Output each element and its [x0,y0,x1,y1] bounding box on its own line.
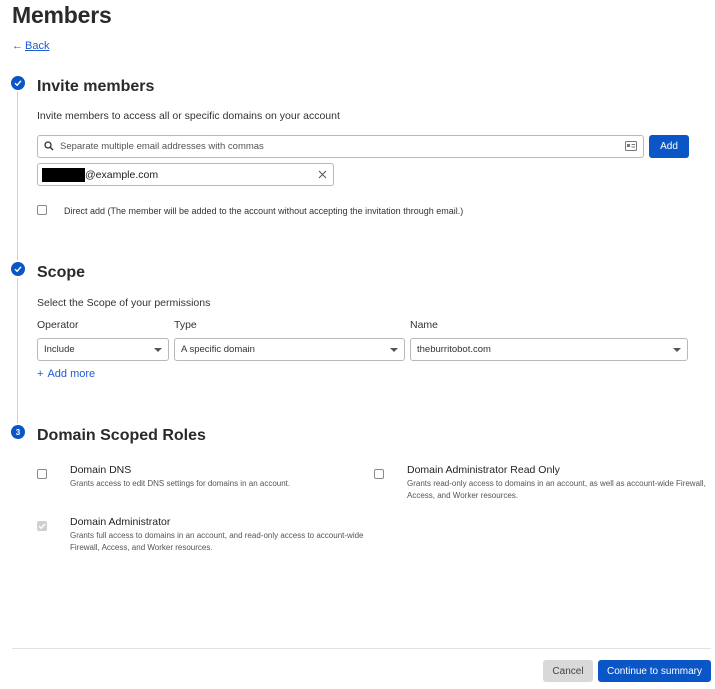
chip-email-text: @example.com [85,168,159,181]
plus-icon: + [37,368,44,380]
footer-divider [12,648,711,649]
role-domain-admin-checkbox[interactable] [37,521,47,531]
operator-select-value: Include [44,344,75,355]
chevron-down-icon [390,347,398,352]
close-icon[interactable] [318,166,327,184]
continue-to-summary-button[interactable]: Continue to summary [598,660,711,682]
email-chip: @example.com [37,163,334,186]
type-select[interactable]: A specific domain [174,338,405,361]
back-link-label: Back [25,40,50,52]
email-search-field[interactable] [37,135,644,158]
add-more-link[interactable]: + Add more [37,368,95,380]
back-link[interactable]: ← Back [12,40,49,52]
roles-section-title: Domain Scoped Roles [37,427,206,444]
name-select-value: theburritobot.com [417,344,491,355]
arrow-left-icon: ← [12,40,23,52]
operator-label: Operator [37,319,79,331]
invite-description: Invite members to access all or specific… [37,110,340,122]
name-label: Name [410,319,439,331]
role-domain-dns-desc: Grants access to edit DNS settings for d… [70,479,291,488]
step-number-badge: 3 [11,425,25,439]
redacted-text [42,167,85,182]
role-domain-dns-checkbox[interactable] [37,469,47,479]
operator-select[interactable]: Include [37,338,169,361]
chevron-down-icon [154,347,162,352]
scope-section-title: Scope [37,264,86,281]
scope-description: Select the Scope of your permissions [37,297,211,309]
type-label: Type [174,319,197,331]
contact-card-icon[interactable] [625,138,637,156]
chevron-down-icon [673,347,681,352]
invite-section-title: Invite members [37,78,155,95]
role-domain-admin-desc: Grants full access to domains in an acco… [70,531,364,552]
add-more-label: Add more [47,368,96,380]
page-title: Members [12,2,112,28]
role-domain-admin-title: Domain Administrator [70,516,171,528]
role-domain-admin-readonly-desc: Grants read-only access to domains in an… [407,479,706,500]
progress-timeline [17,88,18,433]
step-complete-check-icon [11,262,25,276]
role-domain-admin-readonly-title: Domain Administrator Read Only [407,464,560,476]
direct-add-label: Direct add (The member will be added to … [64,206,464,216]
checkmark-icon [38,523,46,530]
type-select-value: A specific domain [181,344,255,355]
email-input[interactable] [60,141,619,152]
step-complete-check-icon [11,76,25,90]
name-select[interactable]: theburritobot.com [410,338,688,361]
role-domain-admin-readonly-checkbox[interactable] [374,469,384,479]
search-icon [44,138,54,156]
cancel-button[interactable]: Cancel [543,660,593,682]
role-domain-dns-title: Domain DNS [70,464,132,476]
direct-add-checkbox[interactable] [37,205,47,215]
add-button[interactable]: Add [649,135,689,158]
